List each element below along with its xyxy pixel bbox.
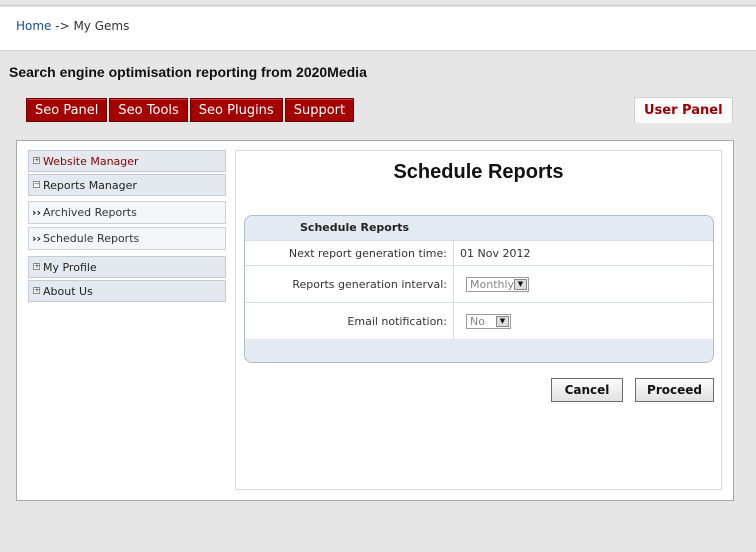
email-notification-label: Email notification: xyxy=(347,315,447,328)
chevron-down-icon: ▼ xyxy=(514,279,527,290)
sidebar-menu: + Website Manager − Reports Manager ›› A… xyxy=(28,150,226,304)
breadcrumb-home-link[interactable]: Home xyxy=(16,19,51,33)
sidebar-item-about-us[interactable]: + About Us xyxy=(28,280,226,302)
sidebar-item-label: My Profile xyxy=(43,261,97,274)
tab-user-panel[interactable]: User Panel xyxy=(634,97,733,123)
main-nav-tabs: Seo Panel Seo Tools Seo Plugins Support xyxy=(26,98,356,122)
sidebar-item-label: Website Manager xyxy=(43,155,139,168)
panel-title: Schedule Reports xyxy=(300,221,410,234)
sidebar-item-label: Reports Manager xyxy=(43,179,137,192)
breadcrumb-current: My Gems xyxy=(73,19,130,33)
top-band xyxy=(0,0,756,6)
sidebar-item-website-manager[interactable]: + Website Manager xyxy=(28,150,226,172)
email-notification-value: No xyxy=(470,315,485,328)
column-divider xyxy=(453,240,454,339)
plus-icon: + xyxy=(33,262,40,270)
chevron-down-icon: ▼ xyxy=(496,316,509,327)
proceed-button[interactable]: Proceed xyxy=(635,378,714,402)
tab-seo-panel[interactable]: Seo Panel xyxy=(26,98,108,122)
tab-support[interactable]: Support xyxy=(284,98,355,122)
sidebar-subitem-label: Schedule Reports xyxy=(43,232,140,245)
plus-icon: + xyxy=(33,286,40,294)
minus-icon: − xyxy=(33,180,40,188)
plus-icon: + xyxy=(33,156,40,164)
breadcrumb-separator: -> xyxy=(51,19,74,33)
breadcrumb-bar: Home -> My Gems xyxy=(0,7,756,51)
sidebar-subitem-label: Archived Reports xyxy=(43,206,137,219)
site-title: Search engine optimisation reporting fro… xyxy=(9,64,367,80)
page-title: Schedule Reports xyxy=(393,161,564,183)
generation-interval-label: Reports generation interval: xyxy=(292,278,447,291)
sidebar-item-reports-manager[interactable]: − Reports Manager xyxy=(28,174,226,196)
sidebar-item-my-profile[interactable]: + My Profile xyxy=(28,256,226,278)
double-chevron-icon: ›› xyxy=(32,206,42,219)
row-email-notification: Email notification: No ▼ xyxy=(245,302,713,339)
cancel-button[interactable]: Cancel xyxy=(551,378,623,402)
schedule-reports-panel: Schedule Reports Next report generation … xyxy=(244,215,714,363)
sidebar-item-label: About Us xyxy=(43,285,93,298)
tab-seo-tools[interactable]: Seo Tools xyxy=(109,98,188,122)
row-generation-interval: Reports generation interval: Monthly ▼ xyxy=(245,265,713,302)
generation-interval-select[interactable]: Monthly ▼ xyxy=(466,277,529,292)
sidebar-subitem-archived-reports[interactable]: ›› Archived Reports xyxy=(28,201,226,224)
next-report-time-label: Next report generation time: xyxy=(288,247,447,260)
row-next-report-time: Next report generation time: 01 Nov 2012 xyxy=(245,240,713,265)
sidebar-subitem-schedule-reports[interactable]: ›› Schedule Reports xyxy=(28,227,226,250)
email-notification-select[interactable]: No ▼ xyxy=(466,314,511,329)
double-chevron-icon: ›› xyxy=(32,232,42,245)
generation-interval-value: Monthly xyxy=(470,278,515,291)
next-report-time-value: 01 Nov 2012 xyxy=(460,247,531,260)
breadcrumb: Home -> My Gems xyxy=(16,19,129,33)
tab-seo-plugins[interactable]: Seo Plugins xyxy=(189,98,283,122)
